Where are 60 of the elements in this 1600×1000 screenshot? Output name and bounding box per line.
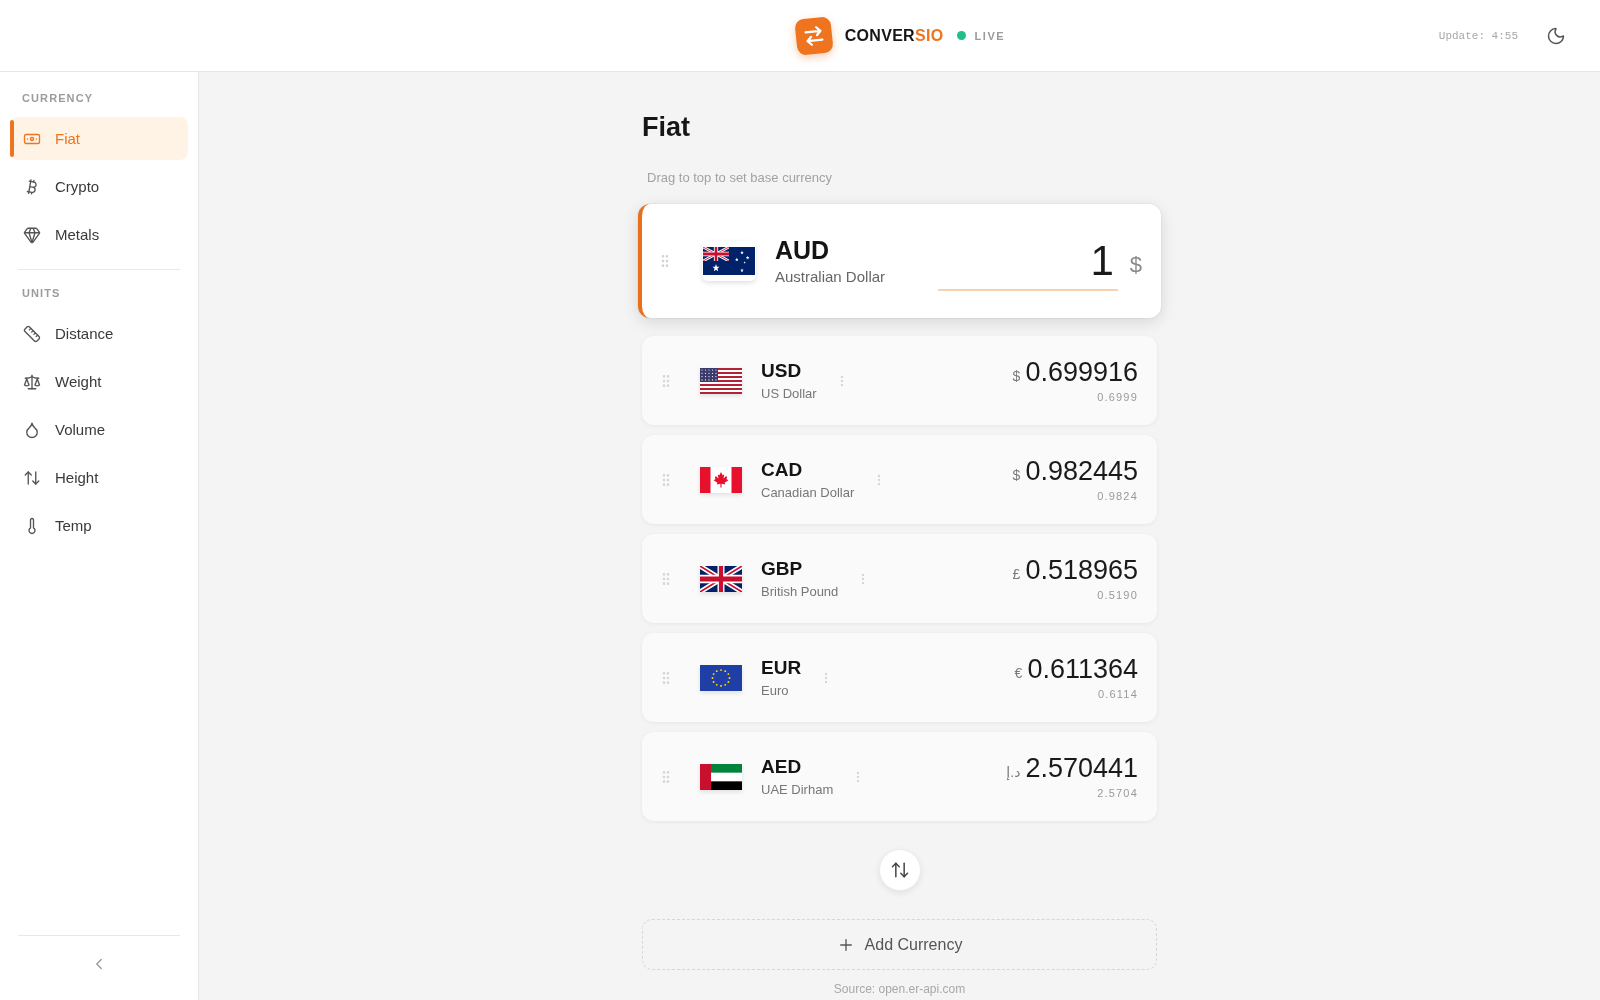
sidebar-item[interactable]: Volume: [10, 408, 188, 451]
swap-button[interactable]: [878, 849, 921, 891]
ruler-icon: [23, 324, 41, 343]
converted-amount: 0.611364: [1027, 654, 1138, 684]
converted-amount: 0.982445: [1025, 456, 1138, 486]
amount-input[interactable]: 1: [937, 239, 1118, 291]
currency-code: CAD: [761, 458, 804, 481]
currency-name: British Pound: [761, 583, 839, 600]
currency-name: UAE Dirham: [761, 781, 834, 798]
currency-symbol: €: [1014, 665, 1023, 681]
hint-text: Drag to top to set base currency: [646, 170, 833, 186]
currency-name: Euro: [761, 682, 790, 699]
currency-code: EUR: [761, 656, 802, 679]
currency-symbol: $: [1129, 252, 1142, 278]
page-title: Fiat: [642, 112, 691, 142]
currency-symbol: $: [1012, 467, 1021, 483]
section-title: UNITS: [21, 286, 62, 301]
exchange-rate: 0.9824: [1097, 490, 1138, 503]
scale-icon: [23, 372, 41, 391]
currency-code: AED: [761, 755, 803, 778]
converted-amount: 0.699916: [1025, 357, 1138, 387]
source-text: Source: open.er-api.com: [832, 982, 967, 996]
currency-symbol: د.إ: [1006, 764, 1021, 780]
up-down-arrows-icon: [23, 468, 41, 487]
section-title: CURRENCY: [21, 91, 95, 106]
sidebar-item[interactable]: Temp: [10, 504, 188, 547]
australia-flag-icon: [702, 241, 756, 281]
currency-code: USD: [761, 359, 803, 382]
sidebar-item[interactable]: Metals: [10, 213, 188, 256]
currency-symbol: $: [1012, 368, 1021, 384]
currency-symbol: £: [1012, 566, 1021, 582]
converted-amount: 2.570441: [1025, 753, 1138, 783]
currency-code: GBP: [761, 557, 804, 580]
sidebar-item[interactable]: Crypto: [10, 165, 188, 208]
exchange-rate: 0.6114: [1097, 688, 1138, 701]
exchange-rate: 0.5190: [1097, 589, 1138, 602]
sidebar-item[interactable]: Weight: [10, 360, 188, 403]
brand-name: CONVERSIO: [844, 26, 944, 45]
uk-flag-icon: [700, 565, 742, 592]
currency-name: Canadian Dollar: [761, 484, 855, 501]
droplet-icon: [23, 420, 41, 439]
canada-flag-icon: [700, 466, 742, 493]
sidebar-item[interactable]: Height: [10, 456, 188, 499]
live-label: LIVE: [974, 29, 1006, 42]
exchange-rate: 2.5704: [1097, 787, 1138, 800]
currency-name: US Dollar: [761, 385, 817, 402]
uae-flag-icon: [700, 763, 742, 790]
currency-code: AUD: [775, 236, 831, 264]
gem-icon: [23, 225, 41, 244]
update-time: Update: 4:55: [1438, 29, 1518, 42]
sidebar-item[interactable]: Distance: [10, 312, 188, 355]
us-flag-icon: [700, 367, 742, 394]
converted-amount: 0.518965: [1025, 555, 1138, 585]
up-down-arrows-icon: [889, 860, 910, 880]
currency-name: Australian Dollar: [775, 268, 886, 286]
exchange-rate: 0.6999: [1097, 391, 1138, 404]
moon-icon[interactable]: [1546, 25, 1566, 46]
eu-flag-icon: [700, 664, 742, 691]
add-currency-button[interactable]: Add Currency: [642, 919, 1157, 970]
logo-icon: [793, 15, 834, 56]
